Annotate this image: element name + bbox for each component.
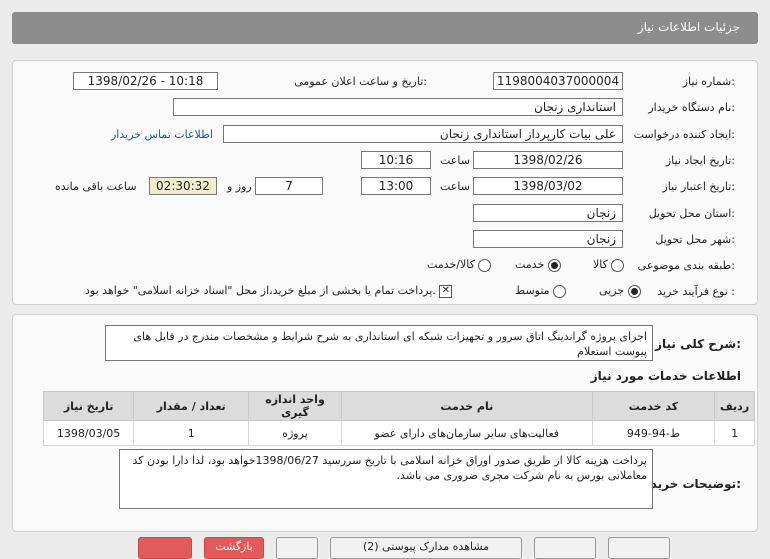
requester-field: علی بیات کارپرداز استانداری زنجان (223, 125, 623, 143)
payment-note[interactable]: پرداخت تمام یا بخشی از مبلغ خرید،از محل … (85, 284, 453, 298)
process-label: نوع فرآیند خرید : (657, 285, 735, 298)
summary-text: اجرای پروژه گراندینگ اتاق سرور و تجهیزات… (105, 325, 653, 361)
cell-unit: پروژه (248, 420, 342, 446)
need-info-panel: شماره نیاز: 1198004037000004 تاریخ و ساع… (12, 60, 758, 305)
column-header: تاریخ نیاز (42, 391, 135, 421)
created-date-field: 1398/02/26 (473, 151, 623, 169)
buyer-org-label: نام دستگاه خریدار: (648, 101, 735, 114)
summary-label: شرح کلی نیاز: (655, 337, 741, 351)
category-option-goods[interactable]: کالا (593, 258, 625, 272)
column-header: تعداد / مقدار (133, 391, 250, 421)
need-number-field: 1198004037000004 (493, 72, 623, 90)
footer-button-3[interactable] (276, 537, 318, 559)
footer-button-5[interactable] (534, 537, 596, 559)
category-option-service[interactable]: خدمت (515, 258, 561, 272)
validity-hour-label: ساعت (440, 180, 470, 193)
cell-service-code: ط-94-949 (591, 420, 716, 446)
announce-label: تاریخ و ساعت اعلان عمومی: (294, 75, 427, 88)
remaining-label: ساعت باقی مانده (55, 180, 137, 193)
province-label: استان محل تحویل: (648, 207, 735, 220)
city-field: زنجان (473, 230, 623, 248)
cell-need-date: 1398/03/05 (42, 420, 135, 446)
table-header-row: تاریخ نیاز تعداد / مقدار واحد اندازه گیر… (42, 391, 755, 421)
province-field: زنجان (473, 204, 623, 222)
services-table: تاریخ نیاز تعداد / مقدار واحد اندازه گیر… (42, 391, 755, 446)
validity-date-field: 1398/03/02 (473, 177, 623, 195)
checkbox-checked-icon: ✕ (439, 284, 453, 298)
need-details-panel: شرح کلی نیاز: اجرای پروژه گراندینگ اتاق … (12, 314, 758, 532)
view-attachments-button[interactable]: مشاهده مدارک پیوستی (2) (330, 537, 522, 559)
days-field: 7 (255, 177, 323, 195)
created-hour-label: ساعت (440, 154, 470, 167)
process-option-minor[interactable]: جزیی (599, 284, 641, 298)
column-header: واحد اندازه گیری (248, 391, 342, 421)
need-number-label: شماره نیاز: (682, 75, 735, 88)
radio-icon (611, 258, 625, 272)
page-header: جزئیات اطلاعات نیاز (12, 12, 758, 44)
page-title: جزئیات اطلاعات نیاز (637, 20, 740, 34)
city-label: شهر محل تحویل: (655, 233, 735, 246)
cell-quantity: 1 (133, 420, 250, 446)
days-label: روز و (227, 180, 252, 193)
buyer-notes-text: پرداخت هزینه کالا از طریق صدور اوراق خزا… (119, 449, 653, 509)
contact-buyer-link[interactable]: اطلاعات تماس خریدار (111, 128, 213, 141)
created-time-field: 10:16 (361, 151, 431, 169)
back-button[interactable]: بازگشت (204, 537, 264, 559)
buyer-org-field: استانداری زنجان (173, 98, 623, 116)
radio-selected-icon (627, 284, 641, 298)
services-heading: اطلاعات خدمات مورد نیاز (590, 369, 741, 383)
remaining-time-field: 02:30:32 (149, 177, 217, 195)
footer-button-6[interactable] (608, 537, 670, 559)
buyer-notes-label: توضیحات خریدار: (639, 477, 741, 491)
validity-time-field: 13:00 (361, 177, 431, 195)
radio-icon (478, 258, 492, 272)
process-option-medium[interactable]: متوسط (515, 284, 567, 298)
created-date-label: تاریخ ایجاد نیاز: (665, 154, 735, 167)
cell-service-name: فعالیت‌های سایر سازمان‌های دارای عضو (340, 420, 593, 446)
cell-row-number: 1 (714, 420, 755, 446)
column-header: نام خدمت (340, 391, 593, 421)
footer-button-1[interactable] (138, 537, 192, 559)
column-header: کد خدمت (591, 391, 716, 421)
validity-date-label: تاریخ اعتبار نیاز: (662, 180, 735, 193)
radio-icon (553, 284, 567, 298)
radio-selected-icon (547, 258, 561, 272)
category-option-goods-service[interactable]: کالا/خدمت (427, 258, 492, 272)
requester-label: ایجاد کننده درخواست: (633, 128, 735, 141)
category-label: طبقه بندی موضوعی: (637, 259, 735, 272)
announce-field: 1398/02/26 - 10:18 (73, 72, 218, 90)
table-row: 1398/03/05 1 پروژه فعالیت‌های سایر سازما… (42, 420, 755, 446)
column-header: ردیف (714, 391, 755, 421)
